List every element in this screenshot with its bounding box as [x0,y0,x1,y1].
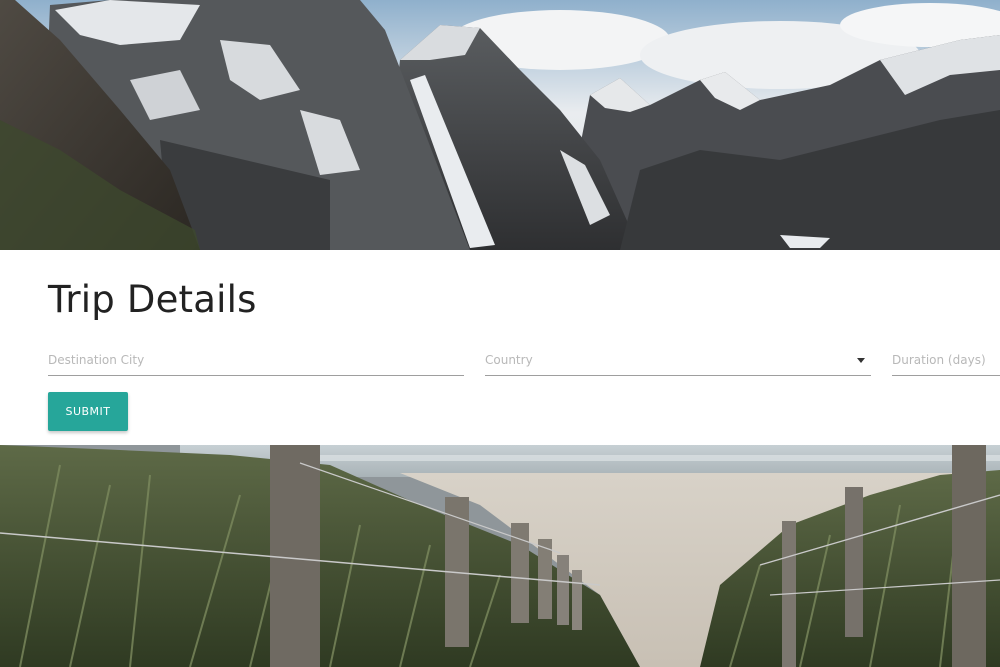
hero-image-mountains [0,0,1000,250]
hero-image-beach-path [0,445,1000,667]
duration-days-input[interactable] [892,345,1000,375]
country-select-placeholder: Country [485,353,533,367]
submit-button[interactable]: SUBMIT [48,392,128,431]
destination-city-field[interactable] [48,345,464,376]
destination-city-input[interactable] [48,345,464,375]
page-title: Trip Details [48,278,257,321]
dropdown-arrow-icon[interactable] [857,358,865,363]
country-select[interactable]: Country [485,345,871,376]
duration-days-field[interactable] [892,345,1000,376]
